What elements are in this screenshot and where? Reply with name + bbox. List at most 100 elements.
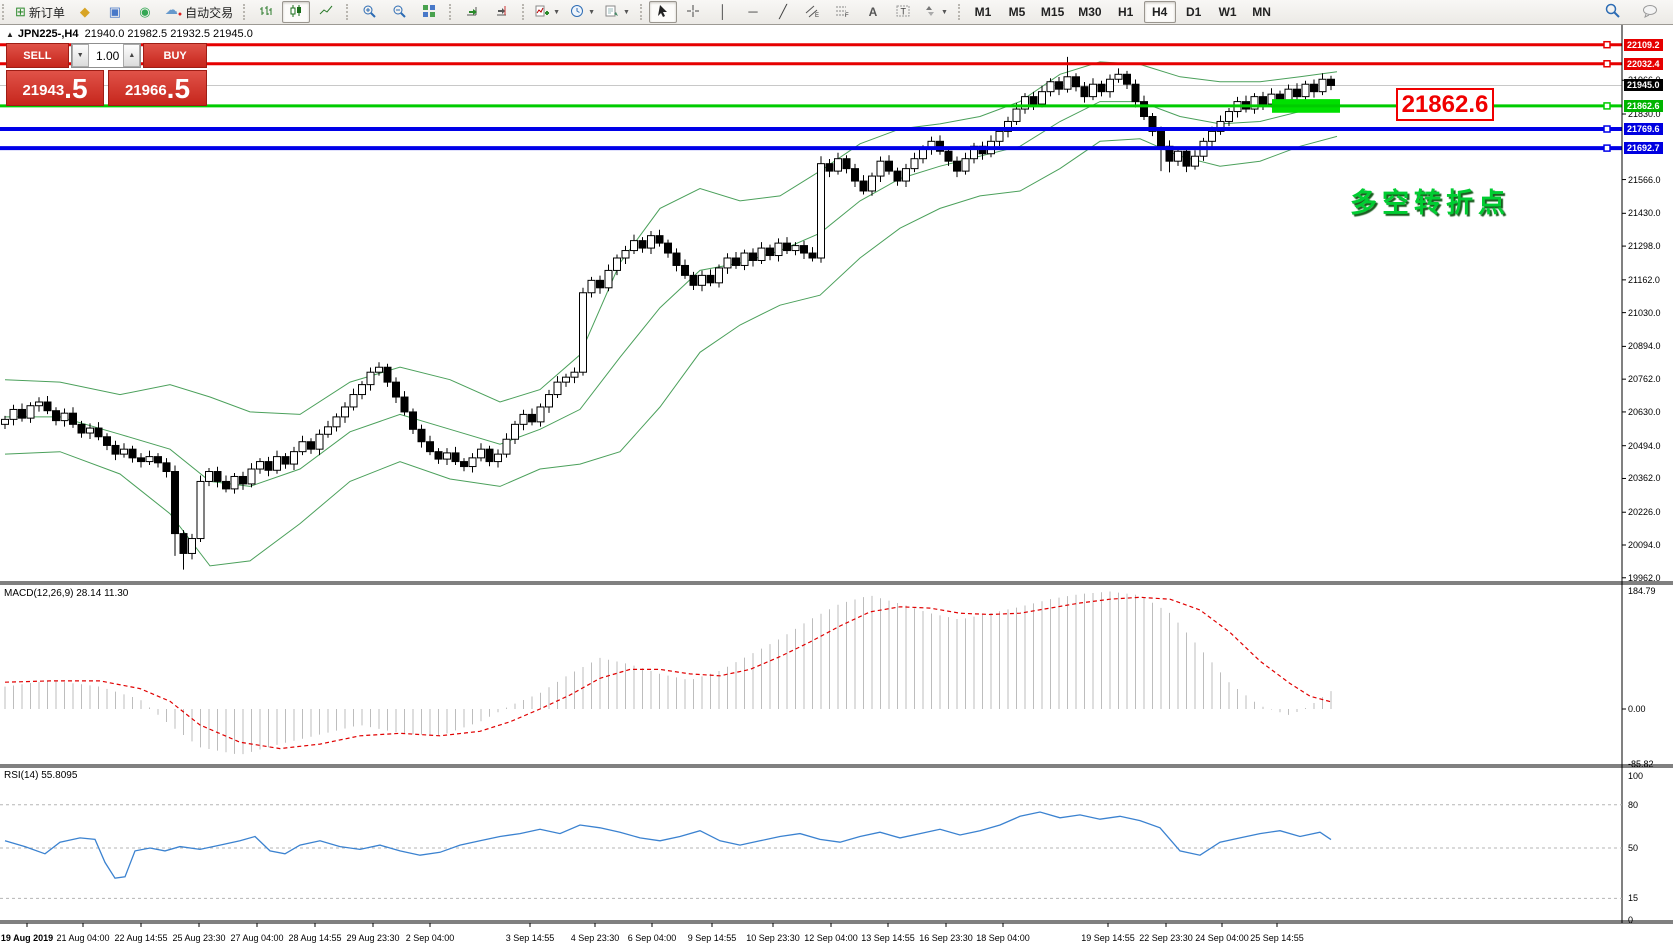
dropdown-arrow-icon[interactable]: ▼ xyxy=(588,9,595,16)
signals-icon: ◉ xyxy=(139,4,151,19)
volume-input[interactable]: 1.00 xyxy=(88,44,124,67)
toolbar-group: M1 M5 M15 M30 H1 H4 D1 W1 MN xyxy=(956,0,1282,24)
line-chart-icon xyxy=(319,4,333,21)
new-order-label: 新订单 xyxy=(28,5,65,20)
volume-increase-button[interactable]: ▲ xyxy=(123,44,141,67)
time-axis-label: 29 Aug 23:30 xyxy=(346,933,400,943)
toolbar-group xyxy=(447,0,520,24)
time-axis-label: 19 Sep 14:55 xyxy=(1081,933,1135,943)
tf-m5-button[interactable]: M5 xyxy=(1001,1,1033,23)
tile-windows-button[interactable] xyxy=(415,1,443,23)
cursor-button[interactable] xyxy=(648,1,677,23)
volume-decrease-button[interactable]: ▼ xyxy=(71,44,89,67)
zoom-in-button[interactable] xyxy=(355,1,383,23)
tf-h1-button[interactable]: H1 xyxy=(1110,1,1142,23)
rsi-indicator-label: RSI(14) 55.8095 xyxy=(4,770,78,781)
chart-window[interactable]: ▲ JPN225-,H4 21940.0 21982.5 21932.5 2194… xyxy=(0,24,1673,947)
sell-button[interactable]: SELL xyxy=(6,43,69,68)
chart-canvas[interactable] xyxy=(0,24,1673,947)
rsi-axis-tick: 15 xyxy=(1628,893,1639,904)
tf-mn-label: MN xyxy=(1252,5,1271,19)
horizontal-line-button[interactable]: ─ xyxy=(739,1,767,23)
tf-h4-button[interactable]: H4 xyxy=(1143,1,1176,23)
symbol-info: ▲ JPN225-,H4 21940.0 21982.5 21932.5 2194… xyxy=(6,28,253,40)
zoom-out-button[interactable] xyxy=(385,1,413,23)
profiles-button[interactable]: ▣ xyxy=(101,1,129,23)
zoom-in-icon xyxy=(362,4,376,21)
vertical-line-button[interactable]: │ xyxy=(709,1,737,23)
tf-w1-button[interactable]: W1 xyxy=(1212,1,1244,23)
chart-shift-button[interactable] xyxy=(488,1,516,23)
templates-button[interactable]: ▼ xyxy=(601,1,634,23)
symbol-name: JPN225-,H4 xyxy=(17,28,79,40)
tf-m1-button[interactable]: M1 xyxy=(967,1,999,23)
chart-shift-icon xyxy=(495,4,509,21)
sell-price-frac: .5 xyxy=(64,73,88,104)
indicators-button[interactable]: ▼ xyxy=(531,1,564,23)
candlestick-chart-button[interactable] xyxy=(282,1,311,23)
bar-chart-icon xyxy=(259,4,273,21)
auto-scroll-button[interactable] xyxy=(458,1,486,23)
dropdown-arrow-icon[interactable]: ▼ xyxy=(941,9,948,16)
time-axis-label: 4 Sep 23:30 xyxy=(570,933,620,943)
macd-axis-tick: 184.79 xyxy=(1628,586,1656,596)
buy-button[interactable]: BUY xyxy=(143,43,207,68)
time-axis-label: 3 Sep 14:55 xyxy=(505,933,555,943)
text-label-button[interactable]: T xyxy=(889,1,917,23)
tf-d1-button[interactable]: D1 xyxy=(1178,1,1210,23)
auto-trading-label: 自动交易 xyxy=(185,5,234,20)
line-chart-button[interactable] xyxy=(312,1,340,23)
main-toolbar: ⊞ 新订单 ◆ ▣ ◉ ☁● 自动交易 ▼ ▼ ▼ │ ─ ╱ E F A T ▼ M1 M5 M15 M30 H1 H4 D1… xyxy=(0,0,1673,25)
dropdown-arrow-icon[interactable]: ▼ xyxy=(553,9,560,16)
macd-indicator-label: MACD(12,26,9) 28.14 11.30 xyxy=(4,588,129,599)
toolbar-group xyxy=(241,0,344,24)
price-line-label: 21692.7 xyxy=(1624,142,1663,155)
shapes-button[interactable]: ▼ xyxy=(919,1,952,23)
price-callout-text-object[interactable]: 21862.6 xyxy=(1396,88,1494,121)
time-axis-label: 19 Aug 2019 xyxy=(0,933,54,943)
price-axis-tick: 20894.0 xyxy=(1628,341,1661,352)
rsi-value: 55.8095 xyxy=(41,770,78,781)
text-button[interactable]: A xyxy=(859,1,887,23)
fibonacci-button[interactable]: F xyxy=(829,1,857,23)
market-watch-button[interactable]: ◆ xyxy=(71,1,99,23)
horizontal-line-icon: ─ xyxy=(748,4,758,19)
templates-icon xyxy=(605,4,619,21)
time-axis-label: 10 Sep 23:30 xyxy=(746,933,800,943)
price-line-label: 21862.6 xyxy=(1624,99,1663,112)
crosshair-icon xyxy=(686,4,700,21)
trendline-button[interactable]: ╱ xyxy=(769,1,797,23)
new-order-button[interactable]: ⊞ 新订单 xyxy=(11,1,69,23)
mt4-window: ⊞ 新订单 ◆ ▣ ◉ ☁● 自动交易 ▼ ▼ ▼ │ ─ ╱ E F A T ▼ M1 M5 M15 M30 H1 H4 D1… xyxy=(0,0,1673,947)
macd-main-value: 28.14 xyxy=(76,588,102,599)
time-axis-label: 24 Sep 04:00 xyxy=(1195,933,1249,943)
bar-chart-button[interactable] xyxy=(252,1,280,23)
price-line-label: 21945.0 xyxy=(1624,79,1663,92)
buy-price-button[interactable]: 21966.5 xyxy=(108,70,207,106)
periods-button[interactable]: ▼ xyxy=(566,1,599,23)
tf-m15-label: M15 xyxy=(1040,5,1065,19)
crosshair-button[interactable] xyxy=(679,1,707,23)
tf-m15-button[interactable]: M15 xyxy=(1035,1,1070,23)
price-axis-tick: 19962.0 xyxy=(1628,572,1661,583)
price-axis-tick: 20094.0 xyxy=(1628,540,1661,550)
text-label-icon: T xyxy=(896,4,910,21)
new-order-icon: ⊞ xyxy=(15,4,26,19)
time-axis-label: 25 Sep 14:55 xyxy=(1250,933,1304,943)
equidistant-channel-button[interactable]: E xyxy=(799,1,827,23)
search-icon xyxy=(1605,3,1620,21)
time-axis-label: 22 Sep 23:30 xyxy=(1139,933,1193,943)
price-line-label: 22109.2 xyxy=(1624,38,1663,51)
chat-button[interactable] xyxy=(1636,1,1664,23)
price-axis-tick: 20762.0 xyxy=(1628,374,1661,385)
collapse-panel-icon[interactable]: ▲ xyxy=(6,30,14,39)
tf-mn-button[interactable]: MN xyxy=(1246,1,1278,23)
dropdown-arrow-icon[interactable]: ▼ xyxy=(623,9,630,16)
search-button[interactable] xyxy=(1598,1,1626,23)
tf-m30-button[interactable]: M30 xyxy=(1072,1,1107,23)
price-axis-tick: 20630.0 xyxy=(1628,406,1661,417)
chinese-annotation-text[interactable]: 多空转折点 xyxy=(1350,181,1510,220)
signals-button[interactable]: ◉ xyxy=(131,1,159,23)
sell-price-button[interactable]: 21943.5 xyxy=(6,70,104,106)
auto-trading-button[interactable]: ☁● 自动交易 xyxy=(161,1,237,23)
